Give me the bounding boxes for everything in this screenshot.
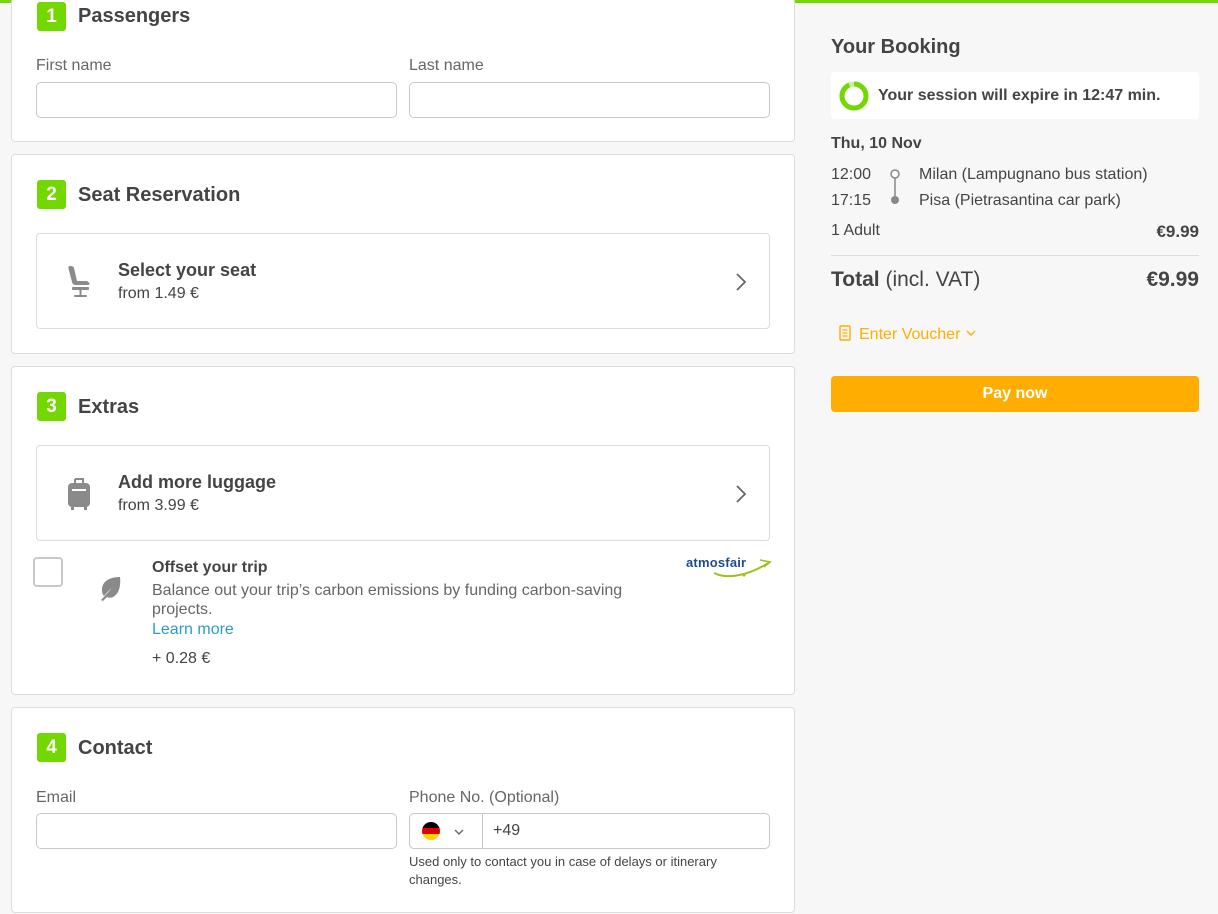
section-title: Contact: [78, 737, 153, 759]
section-title: Extras: [78, 396, 140, 418]
seat-icon: [68, 266, 90, 297]
last-name-label: Last name: [409, 57, 484, 74]
arrival-stop: Pisa (Pietrasantina car park): [919, 192, 1121, 209]
phone-field[interactable]: [482, 813, 770, 849]
atmosfair-logo: atmosfair: [686, 555, 772, 581]
seat-reservation-section: 2 Seat Reservation Select your seat from…: [11, 154, 795, 354]
phone-country-select[interactable]: [409, 813, 482, 849]
select-seat-option[interactable]: Select your seat from 1.49 €: [36, 233, 770, 329]
offset-description: Balance out your trip’s carbon emissions…: [152, 582, 623, 618]
option-title: Add more luggage: [118, 472, 277, 492]
divider: [831, 255, 1199, 256]
passengers-section: 1 Passengers First name Last name: [11, 0, 795, 142]
phone-note: Used only to contact you in case of dela…: [409, 854, 717, 887]
first-name-field[interactable]: [36, 82, 397, 118]
chevron-right-icon: [736, 485, 747, 503]
offset-title: Offset your trip: [152, 559, 268, 576]
chevron-down-icon: [454, 829, 464, 835]
arrival-time: 17:15: [831, 192, 872, 209]
step-number: 4: [37, 733, 66, 762]
option-price: from 3.99 €: [118, 497, 199, 514]
section-title: Seat Reservation: [78, 184, 241, 206]
extras-section: 3 Extras Add more luggage from 3.99 € Of…: [11, 366, 795, 695]
offset-trip-checkbox[interactable]: [33, 557, 63, 587]
voucher-icon: [839, 325, 851, 341]
passenger-price: €9.99: [1156, 222, 1199, 241]
total-label: Total (incl. VAT): [831, 268, 980, 292]
email-field[interactable]: [36, 813, 397, 849]
phone-label: Phone No. (Optional): [409, 789, 560, 806]
first-name-label: First name: [36, 57, 112, 74]
atmosfair-swoosh-icon: [713, 559, 772, 578]
step-number: 2: [37, 180, 66, 209]
learn-more-link[interactable]: Learn more: [152, 621, 234, 639]
voucher-label: Enter Voucher: [859, 326, 961, 343]
germany-flag-icon: [422, 822, 440, 840]
departure-time: 12:00: [831, 166, 872, 183]
total-label-text: Total: [831, 268, 880, 291]
section-title: Passengers: [78, 5, 191, 27]
total-vat-suffix: (incl. VAT): [885, 268, 981, 291]
pay-now-button[interactable]: Pay now: [831, 376, 1199, 412]
departure-stop: Milan (Lampugnano bus station): [919, 166, 1148, 183]
booking-title: Your Booking: [831, 36, 961, 58]
route-line-icon: [890, 169, 900, 204]
session-expiry-text: Your session will expire in 12:47 min.: [878, 87, 1161, 104]
timer-ring-icon: [839, 81, 869, 111]
add-luggage-option[interactable]: Add more luggage from 3.99 €: [36, 445, 770, 541]
step-number: 3: [37, 392, 66, 421]
option-title: Select your seat: [118, 260, 257, 280]
passenger-count: 1 Adult: [831, 222, 880, 239]
leaf-icon: [101, 577, 121, 601]
trip-date: Thu, 10 Nov: [831, 135, 922, 152]
session-timer-box: Your session will expire in 12:47 min.: [831, 72, 1199, 119]
luggage-icon: [68, 478, 90, 510]
total-price: €9.99: [1146, 268, 1199, 291]
last-name-field[interactable]: [409, 82, 770, 118]
chevron-down-icon: [966, 330, 976, 336]
enter-voucher-toggle[interactable]: Enter Voucher: [839, 325, 976, 344]
email-label: Email: [36, 789, 77, 806]
offset-price: + 0.28 €: [152, 650, 211, 667]
contact-section: 4 Contact Email Phone No. (Optional) Use…: [11, 707, 795, 913]
chevron-right-icon: [736, 273, 747, 291]
option-price: from 1.49 €: [118, 285, 199, 302]
step-number: 1: [37, 2, 66, 31]
